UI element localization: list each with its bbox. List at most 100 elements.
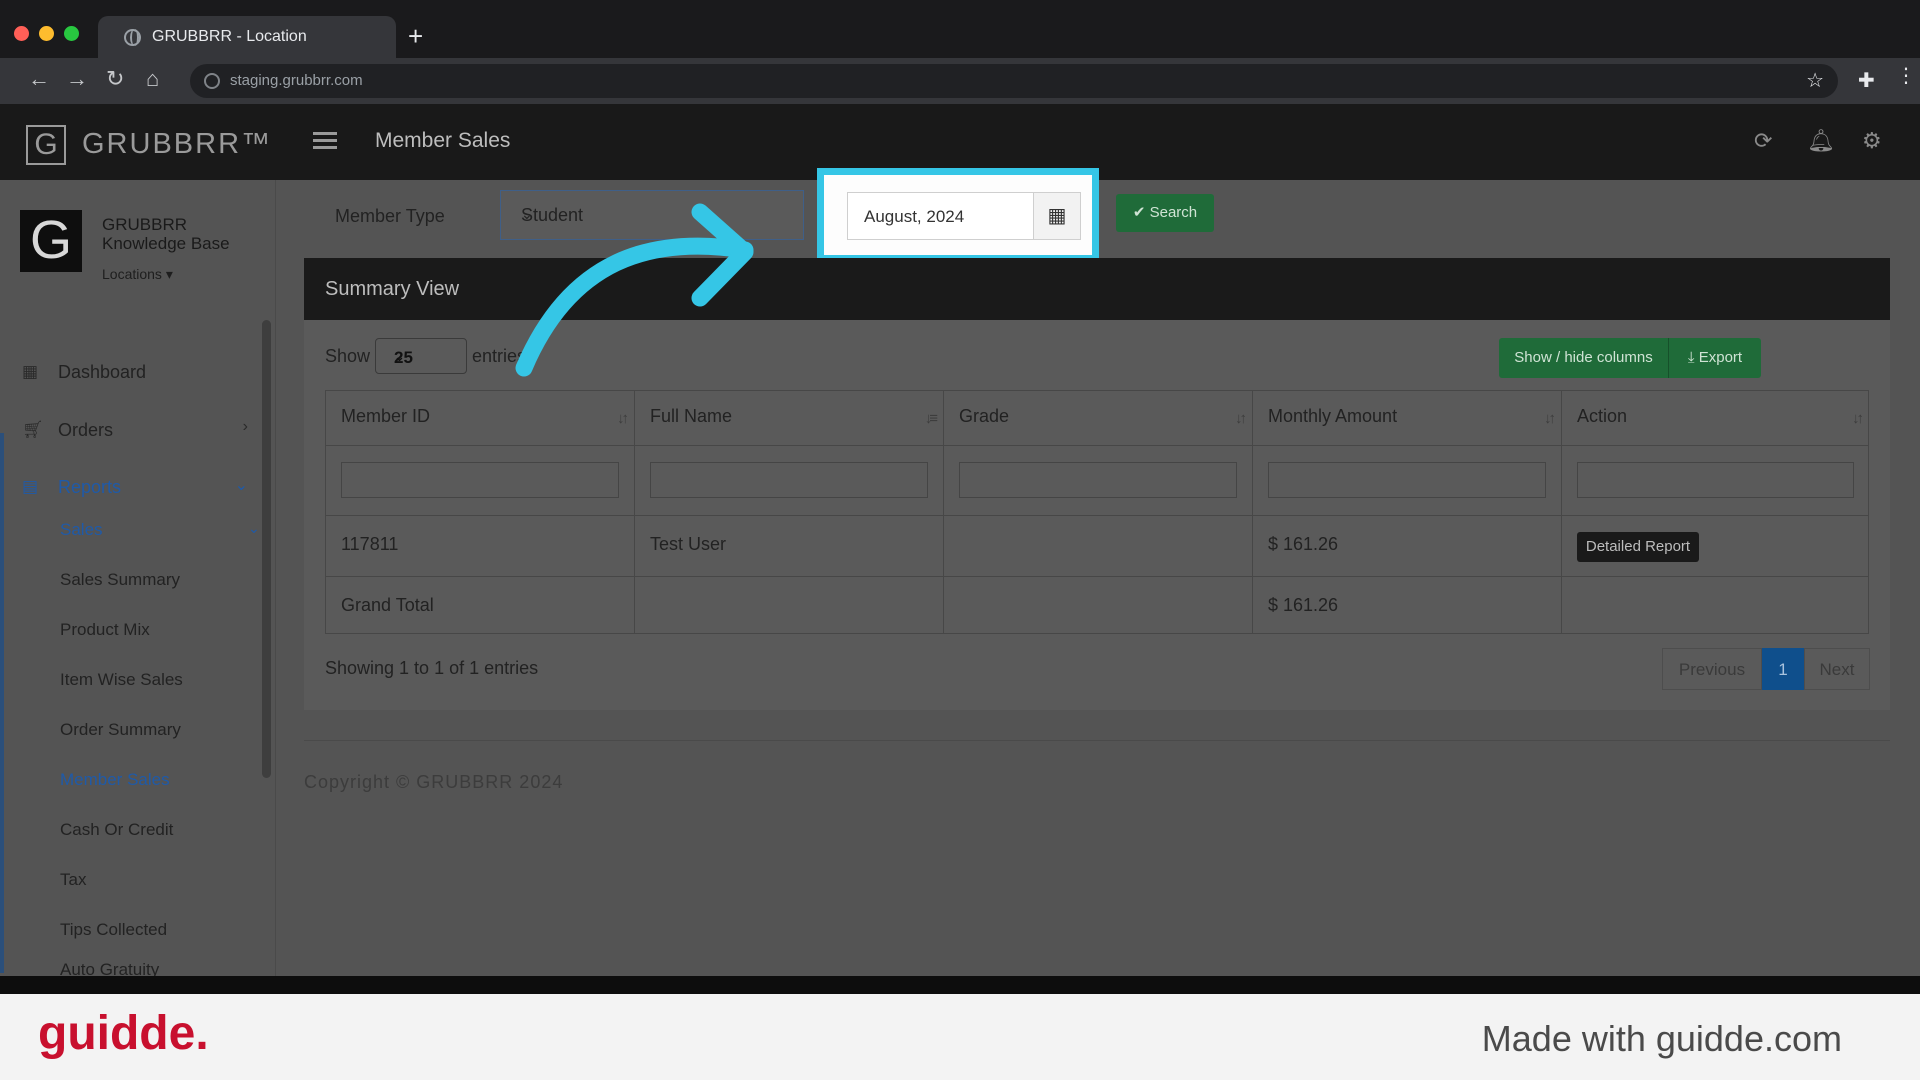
site-info-icon[interactable] — [204, 73, 220, 89]
close-window-button[interactable] — [14, 26, 29, 41]
sidebar-item-reports[interactable]: ▤ Reports ⌄ — [0, 465, 262, 509]
summary-panel: Summary View Show 25 ⌄ entries Show / hi… — [304, 258, 1890, 710]
bookmark-star-icon[interactable]: ☆ — [1806, 68, 1824, 93]
filter-cell — [325, 446, 634, 515]
cart-icon: 🛒︎ — [22, 420, 44, 439]
url-text[interactable]: staging.grubbrr.com — [230, 72, 363, 89]
app-root: G GRUBBRR™ Member Sales ⟳ 🔔︎ ⚙ G GRUBBRR… — [0, 104, 1920, 976]
member-id-filter-input[interactable] — [341, 462, 619, 498]
reload-icon[interactable]: ↻ — [106, 67, 124, 91]
address-bar[interactable]: staging.grubbrr.com ☆ — [190, 64, 1838, 98]
sidebar-sub-item-wise-sales[interactable]: Item Wise Sales — [60, 670, 183, 690]
member-type-label: Member Type — [335, 206, 445, 226]
sidebar: G GRUBBRR Knowledge Base Locations ▾ ▦ D… — [0, 180, 276, 976]
page-title: Member Sales — [375, 129, 511, 152]
show-hide-columns-button[interactable]: Show / hide columns — [1499, 338, 1669, 378]
bell-icon[interactable]: 🔔︎ — [1807, 128, 1835, 154]
table-header-row: Member ID ↓↑ Full Name ↓≡ Grade ↓↑ Monthly … — [325, 390, 1869, 446]
summary-title: Summary View — [325, 278, 460, 300]
next-page-button[interactable]: Next — [1804, 648, 1870, 690]
refresh-icon[interactable]: ⟳ — [1754, 128, 1772, 154]
bottom-strip — [0, 976, 1920, 994]
col-grade[interactable]: Grade ↓↑ — [943, 390, 1252, 445]
entries-label: entries — [472, 346, 527, 366]
dashboard-icon: ▦ — [22, 362, 39, 381]
sidebar-sub-member-sales[interactable]: Member Sales — [60, 770, 170, 790]
monthly-amount-filter-input[interactable] — [1268, 462, 1546, 498]
member-type-select[interactable]: Student ⌄ — [500, 190, 804, 240]
sort-icon: ↓↑ — [1852, 410, 1864, 427]
sidebar-sub-sales-summary[interactable]: Sales Summary — [60, 570, 180, 590]
browser-titlebar: GRUBBRR - Location + — [0, 0, 1920, 58]
new-tab-button[interactable]: + — [408, 23, 423, 49]
previous-page-button[interactable]: Previous — [1662, 648, 1762, 690]
hamburger-menu-icon[interactable] — [313, 132, 337, 150]
cell-grand-total-label: Grand Total — [325, 577, 634, 634]
sidebar-item-orders[interactable]: 🛒︎ Orders › — [0, 408, 262, 452]
cell-monthly-amount: $ 161.26 — [1252, 516, 1561, 576]
col-full-name[interactable]: Full Name ↓≡ — [634, 390, 943, 445]
globe-icon — [124, 29, 141, 46]
sort-icon: ↓↑ — [617, 410, 629, 427]
column-header: Full Name — [650, 406, 733, 426]
locations-dropdown[interactable]: Locations ▾ — [102, 266, 173, 283]
cell-grade — [943, 516, 1252, 576]
column-header: Member ID — [341, 406, 431, 426]
sidebar-sub-product-mix[interactable]: Product Mix — [60, 620, 150, 640]
search-button[interactable]: ✔ Search — [1116, 194, 1214, 232]
home-icon[interactable]: ⌂ — [146, 67, 159, 91]
month-picker-input[interactable]: August, 2024 — [847, 192, 1033, 240]
action-filter-input[interactable] — [1577, 462, 1854, 498]
cell-text: Grand Total — [341, 595, 434, 615]
sidebar-sub-tax[interactable]: Tax — [60, 870, 86, 890]
browser-tab[interactable]: GRUBBRR - Location — [98, 16, 396, 58]
extensions-icon[interactable]: ✚ — [1858, 68, 1875, 93]
forward-icon[interactable]: → — [66, 67, 88, 91]
table-row: 117811 Test User $ 161.26 Detailed Repor… — [325, 516, 1869, 577]
sort-icon: ↓↑ — [1235, 410, 1247, 427]
col-member-id[interactable]: Member ID ↓↑ — [325, 390, 634, 445]
chevron-right-icon: › — [242, 418, 248, 435]
full-name-filter-input[interactable] — [650, 462, 928, 498]
month-value: August, 2024 — [864, 207, 965, 226]
back-icon[interactable]: ← — [28, 67, 50, 91]
col-action[interactable]: Action ↓↑ — [1561, 390, 1869, 445]
summary-panel-header: Summary View — [304, 258, 1890, 320]
cell-empty — [1561, 577, 1869, 634]
show-label: Show — [325, 346, 371, 366]
sidebar-sub-tips-collected[interactable]: Tips Collected — [60, 920, 167, 940]
browser-chrome: GRUBBRR - Location + ← → ↻ ⌂ staging.gru… — [0, 0, 1920, 104]
minimize-window-button[interactable] — [39, 26, 54, 41]
page-size-select[interactable]: 25 ⌄ — [375, 338, 467, 374]
page-1-button[interactable]: 1 — [1762, 648, 1804, 690]
browser-menu-icon[interactable]: ⋮ — [1896, 66, 1916, 86]
grade-filter-input[interactable] — [959, 462, 1237, 498]
export-button[interactable]: ⤓ Export — [1669, 338, 1761, 378]
cell-text: Test User — [650, 534, 727, 554]
maximize-window-button[interactable] — [64, 26, 79, 41]
column-header: Grade — [959, 406, 1010, 426]
sidebar-sub-cash-or-credit[interactable]: Cash Or Credit — [60, 820, 173, 840]
document-icon: ▤ — [22, 477, 39, 496]
org-avatar: G — [20, 210, 82, 272]
chevron-down-icon: ⌄ — [394, 349, 405, 364]
sidebar-sub-auto-gratuity[interactable]: Auto Gratuity — [60, 960, 159, 976]
cell-action: Detailed Report — [1561, 516, 1869, 576]
col-monthly-amount[interactable]: Monthly Amount ↓↑ — [1252, 390, 1561, 445]
calendar-icon[interactable]: ▦ — [1033, 192, 1081, 240]
sidebar-sub-order-summary[interactable]: Order Summary — [60, 720, 181, 740]
guidde-logo: guidde. — [38, 1007, 209, 1060]
cell-text: 117811 — [341, 534, 399, 554]
gear-icon[interactable]: ⚙ — [1862, 128, 1882, 154]
cell-grand-total-amount: $ 161.26 — [1252, 577, 1561, 634]
chevron-down-icon: ⌄ — [521, 206, 533, 222]
sort-icon: ↓↑ — [1544, 410, 1556, 427]
column-header: Action — [1577, 406, 1628, 426]
detailed-report-button[interactable]: Detailed Report — [1577, 532, 1699, 562]
footer-divider — [304, 740, 1890, 741]
showing-entries-text: Showing 1 to 1 of 1 entries — [325, 658, 539, 678]
sidebar-scrollbar[interactable] — [262, 320, 271, 778]
sidebar-item-dashboard[interactable]: ▦ Dashboard — [0, 350, 262, 394]
sidebar-sub-sales[interactable]: Sales — [60, 520, 103, 540]
cell-text: $ 161.26 — [1268, 595, 1339, 615]
